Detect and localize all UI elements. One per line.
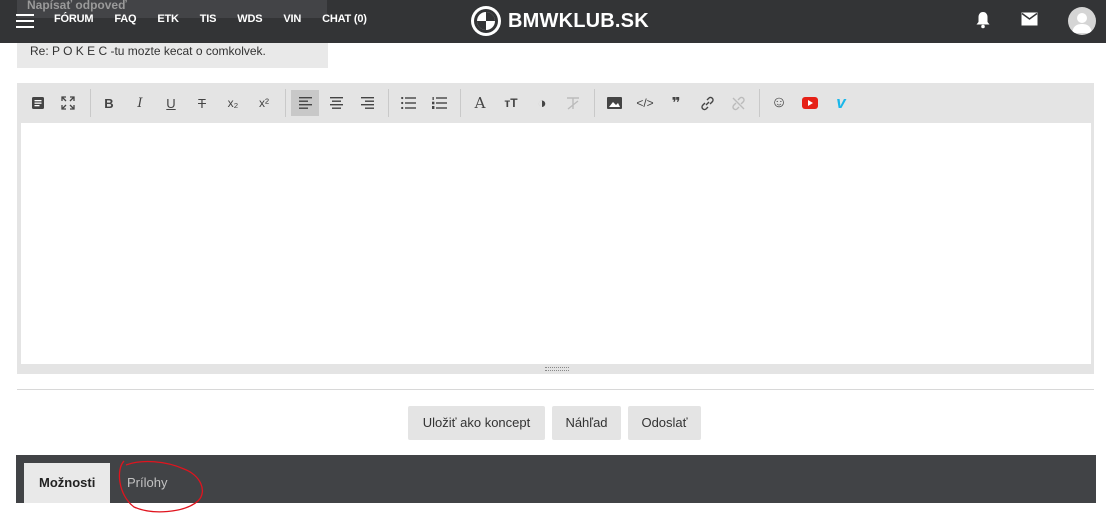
rich-text-editor: B I U T x₂ x² A тT ◑ </> ❞ ☺ v xyxy=(17,83,1094,374)
image-icon[interactable] xyxy=(600,90,628,116)
resize-handle[interactable] xyxy=(545,367,569,371)
source-icon[interactable] xyxy=(24,90,52,116)
editor-toolbar: B I U T x₂ x² A тT ◑ </> ❞ ☺ v xyxy=(17,83,1094,123)
subscript-button[interactable]: x₂ xyxy=(219,90,247,116)
italic-button[interactable]: I xyxy=(126,90,154,116)
emoji-button[interactable]: ☺ xyxy=(765,90,793,116)
nav-link-vin[interactable]: VIN xyxy=(283,13,301,25)
brand-link[interactable]: BMWKLUB.SK xyxy=(470,5,649,37)
editor-content-area[interactable] xyxy=(21,123,1091,364)
underline-button[interactable]: U xyxy=(157,90,185,116)
clear-format-icon[interactable] xyxy=(559,90,587,116)
align-center-icon[interactable] xyxy=(322,90,350,116)
nav-links: FÓRUM FAQ ETK TIS WDS VIN CHAT (0) xyxy=(54,13,388,25)
menu-icon[interactable] xyxy=(16,14,34,28)
nav-link-forum[interactable]: FÓRUM xyxy=(54,13,94,25)
youtube-icon[interactable] xyxy=(796,90,824,116)
numbered-list-icon[interactable] xyxy=(425,90,453,116)
vimeo-button[interactable]: v xyxy=(827,90,855,116)
quote-button[interactable]: ❞ xyxy=(662,90,690,116)
mail-icon[interactable] xyxy=(1021,12,1038,26)
nav-link-chat[interactable]: CHAT (0) xyxy=(322,13,367,25)
align-left-icon[interactable] xyxy=(291,90,319,116)
section-divider xyxy=(17,389,1094,390)
save-draft-button[interactable]: Uložiť ako koncept xyxy=(408,406,545,440)
font-size-button[interactable]: тT xyxy=(497,90,525,116)
bmw-logo-icon xyxy=(471,6,501,36)
code-button[interactable]: </> xyxy=(631,90,659,116)
top-navbar: Napísať odpoveď FÓRUM FAQ ETK TIS WDS VI… xyxy=(0,0,1106,43)
unlink-icon[interactable] xyxy=(724,90,752,116)
tab-attachments[interactable]: Prílohy xyxy=(112,463,182,503)
brand-name: BMWKLUB.SK xyxy=(508,9,649,32)
bell-icon[interactable] xyxy=(975,11,991,29)
user-icon xyxy=(1072,13,1092,33)
nav-link-etk[interactable]: ETK xyxy=(157,13,179,25)
superscript-button[interactable]: x² xyxy=(250,90,278,116)
options-tab-bar: Možnosti Prílohy xyxy=(16,455,1096,503)
preview-button[interactable]: Náhľad xyxy=(552,406,621,440)
nav-link-wds[interactable]: WDS xyxy=(237,13,262,25)
nav-link-tis[interactable]: TIS xyxy=(200,13,217,25)
subject-field[interactable]: Re: P O K E C -tu mozte kecat o comkolve… xyxy=(17,43,328,68)
align-right-icon[interactable] xyxy=(353,90,381,116)
link-icon[interactable] xyxy=(693,90,721,116)
color-button[interactable]: ◑ xyxy=(528,90,556,116)
bold-button[interactable]: B xyxy=(95,90,123,116)
bullet-list-icon[interactable] xyxy=(394,90,422,116)
nav-link-faq[interactable]: FAQ xyxy=(114,13,136,25)
fullscreen-icon[interactable] xyxy=(54,90,82,116)
send-button[interactable]: Odoslať xyxy=(628,406,701,440)
strikethrough-button[interactable]: T xyxy=(188,90,216,116)
tab-options[interactable]: Možnosti xyxy=(24,463,111,503)
user-avatar[interactable] xyxy=(1068,7,1096,35)
font-family-button[interactable]: A xyxy=(466,90,494,116)
